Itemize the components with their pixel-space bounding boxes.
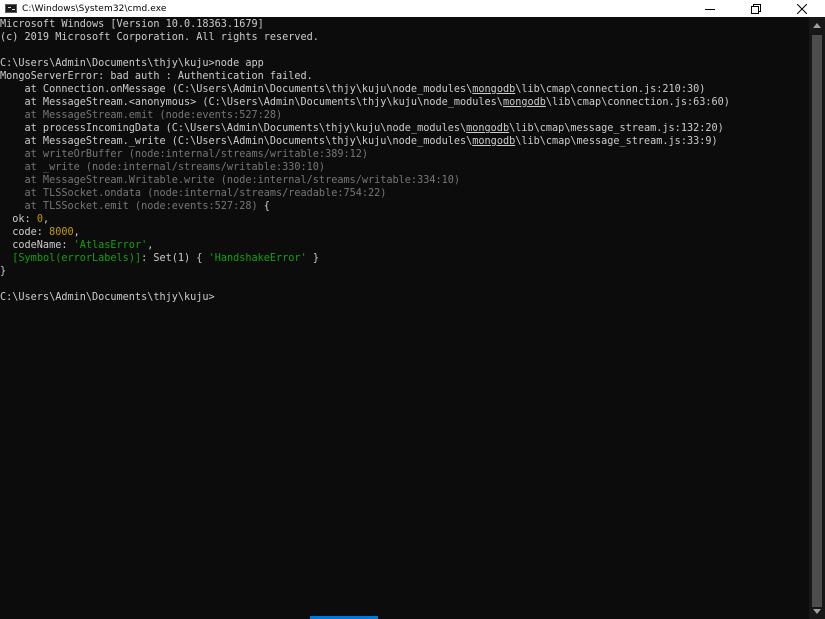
scroll-up-button[interactable] bbox=[809, 17, 825, 33]
stack-frame: at TLSSocket.ondata (node:internal/strea… bbox=[0, 187, 387, 200]
console-line: C:\Users\Admin\Documents\thjy\kuju>node … bbox=[0, 57, 264, 70]
window-title: C:\Windows\System32\cmd.exe bbox=[22, 3, 167, 14]
property-text: : Set(1) { bbox=[141, 253, 209, 264]
cmd-window: C:\Windows\System32\cmd.exe Microsoft Wi… bbox=[0, 0, 825, 619]
punctuation: , bbox=[147, 240, 154, 251]
maximize-icon bbox=[751, 3, 761, 14]
prompt-line[interactable]: C:\Users\Admin\Documents\thjy\kuju> bbox=[0, 291, 215, 304]
minimize-button[interactable] bbox=[687, 0, 733, 17]
stack-text: at TLSSocket.ondata (node:internal/strea… bbox=[0, 188, 387, 199]
property-key: ok: bbox=[0, 214, 37, 225]
property-key: [Symbol(errorLabels)] bbox=[12, 253, 142, 264]
stack-text: \lib\cmap\message_stream.js:132:20) bbox=[509, 123, 724, 134]
stack-text: at Connection.onMessage (C:\Users\Admin\… bbox=[0, 84, 473, 95]
stack-text: at MessageStream.emit (node:events:527:2… bbox=[0, 110, 283, 121]
chevron-up-icon bbox=[813, 22, 821, 28]
stack-text: \lib\cmap\connection.js:210:30) bbox=[515, 84, 706, 95]
console-line: (c) 2019 Microsoft Corporation. All righ… bbox=[0, 31, 319, 44]
chevron-down-icon bbox=[813, 608, 821, 614]
stack-frame: at TLSSocket.emit (node:events:527:28) { bbox=[0, 200, 270, 213]
prompt-text: C:\Users\Admin\Documents\thjy\kuju> bbox=[0, 292, 215, 303]
stack-text: at MessageStream._write (C:\Users\Admin\… bbox=[0, 136, 473, 147]
module-name: mongodb bbox=[472, 136, 516, 147]
close-button[interactable] bbox=[779, 0, 825, 17]
property-value: 'HandshakeError' bbox=[208, 253, 307, 264]
property-line: code: 8000, bbox=[0, 226, 80, 239]
stack-frame: at _write (node:internal/streams/writabl… bbox=[0, 161, 326, 174]
console-output[interactable]: Microsoft Windows [Version 10.0.18363.16… bbox=[0, 17, 809, 619]
property-line: ok: 0, bbox=[0, 213, 49, 226]
vertical-scrollbar[interactable] bbox=[809, 17, 825, 619]
module-name: mongodb bbox=[502, 97, 546, 108]
property-key: codeName: bbox=[0, 240, 74, 251]
scroll-thumb[interactable] bbox=[812, 35, 822, 607]
module-name: mongodb bbox=[466, 123, 510, 134]
stack-text: at writeOrBuffer (node:internal/streams/… bbox=[0, 149, 369, 160]
maximize-button[interactable] bbox=[733, 0, 779, 17]
stack-frame: at writeOrBuffer (node:internal/streams/… bbox=[0, 148, 368, 161]
stack-text: at TLSSocket.emit (node:events:527:28) bbox=[0, 201, 258, 212]
minimize-icon bbox=[705, 8, 715, 10]
stack-text: at MessageStream.Writable.write (node:in… bbox=[0, 175, 461, 186]
property-value: 'AtlasError' bbox=[73, 240, 148, 251]
stack-text: at MessageStream.<anonymous> (C:\Users\A… bbox=[0, 97, 503, 108]
property-value: 8000 bbox=[49, 227, 74, 238]
property-key: code: bbox=[0, 227, 50, 238]
stack-frame: at processIncomingData (C:\Users\Admin\D… bbox=[0, 122, 724, 135]
title-bar[interactable]: C:\Windows\System32\cmd.exe bbox=[0, 0, 825, 17]
error-message: MongoServerError: bad auth : Authenticat… bbox=[0, 71, 313, 82]
stack-frame: at MessageStream._write (C:\Users\Admin\… bbox=[0, 135, 718, 148]
stack-frame: at MessageStream.<anonymous> (C:\Users\A… bbox=[0, 96, 730, 109]
brace-text: { bbox=[257, 201, 270, 212]
stack-frame: at Connection.onMessage (C:\Users\Admin\… bbox=[0, 83, 706, 96]
brace-text: } bbox=[0, 266, 7, 277]
close-icon bbox=[797, 3, 807, 14]
property-line: [Symbol(errorLabels)]: Set(1) { 'Handsha… bbox=[0, 252, 319, 265]
console-line: Microsoft Windows [Version 10.0.18363.16… bbox=[0, 18, 264, 31]
console-line: MongoServerError: bad auth : Authenticat… bbox=[0, 70, 313, 83]
stack-text: at _write (node:internal/streams/writabl… bbox=[0, 162, 326, 173]
version-text: Microsoft Windows [Version 10.0.18363.16… bbox=[0, 19, 264, 30]
copyright-text: (c) 2019 Microsoft Corporation. All righ… bbox=[0, 32, 319, 43]
stack-text: \lib\cmap\message_stream.js:33:9) bbox=[515, 136, 718, 147]
stack-text: at processIncomingData (C:\Users\Admin\D… bbox=[0, 123, 467, 134]
punctuation: , bbox=[73, 227, 80, 238]
punctuation: , bbox=[42, 214, 50, 225]
stack-frame: at MessageStream.Writable.write (node:in… bbox=[0, 174, 460, 187]
caption-buttons bbox=[687, 0, 825, 17]
property-line: codeName: 'AtlasError', bbox=[0, 239, 153, 252]
console-line: } bbox=[0, 265, 6, 278]
cmd-icon[interactable] bbox=[5, 4, 17, 13]
scroll-down-button[interactable] bbox=[809, 603, 825, 619]
stack-frame: at MessageStream.emit (node:events:527:2… bbox=[0, 109, 283, 122]
punctuation: } bbox=[306, 253, 319, 264]
command-line: C:\Users\Admin\Documents\thjy\kuju>node … bbox=[0, 58, 264, 69]
module-name: mongodb bbox=[472, 84, 516, 95]
stack-text: \lib\cmap\connection.js:63:60) bbox=[545, 97, 730, 108]
